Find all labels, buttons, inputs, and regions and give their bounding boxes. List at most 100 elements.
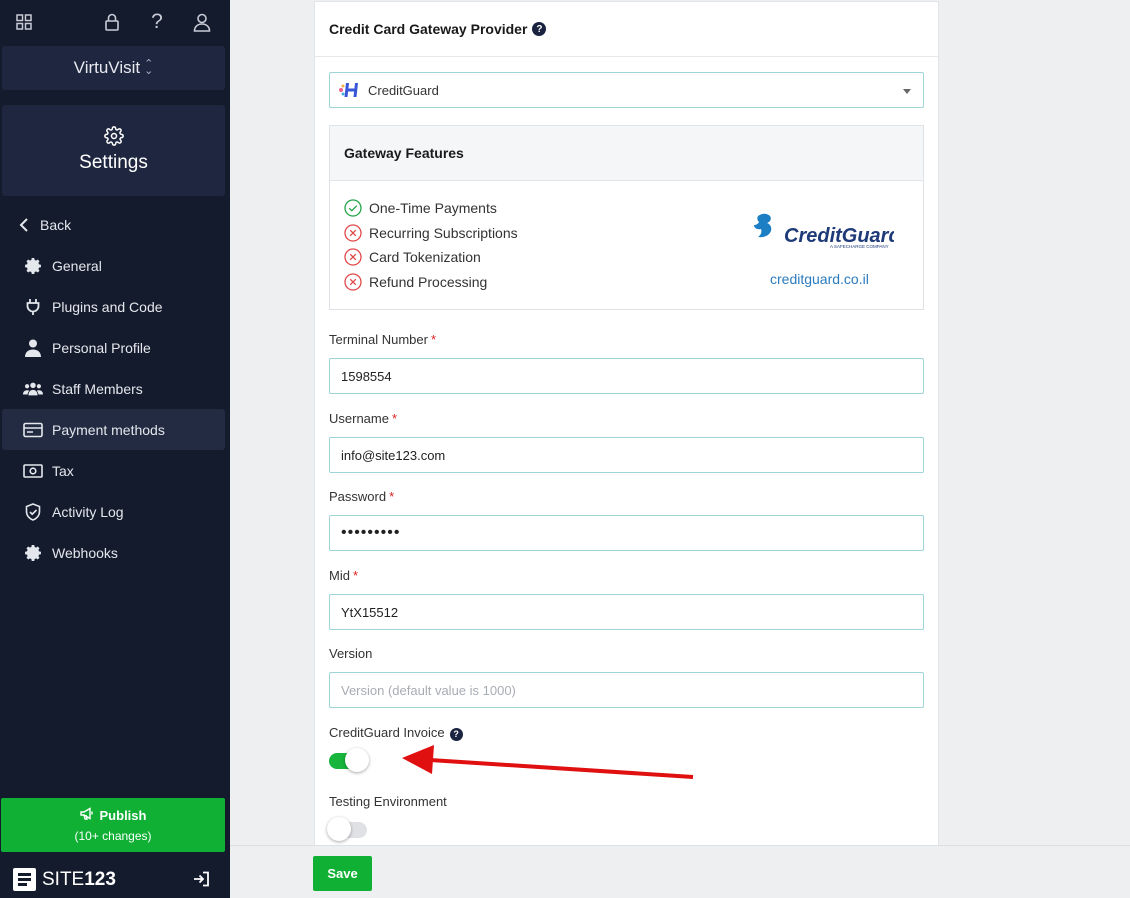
gateway-features-box: Gateway Features One-Time Payments Recur… — [329, 125, 924, 310]
apps-grid-icon[interactable] — [12, 10, 36, 34]
sidebar-top-icons: ? — [0, 10, 230, 36]
brand-logo: SITE 123 — [13, 868, 116, 891]
toggle-knob — [345, 748, 369, 772]
password-label: Password * — [329, 489, 394, 504]
creditguard-logo: CreditGuard A SAFECHARGE COMPANY — [754, 212, 901, 252]
provider-select-value: CreditGuard — [368, 82, 439, 98]
feature-item: Recurring Subscriptions — [344, 221, 518, 246]
publish-changes-count: (10+ changes) — [74, 829, 152, 843]
creditguard-logo-subtext: A SAFECHARGE COMPANY — [830, 244, 889, 249]
sidebar-item-activity-log[interactable]: Activity Log — [0, 491, 230, 532]
feature-item: Refund Processing — [344, 270, 518, 295]
version-input[interactable]: Version (default value is 1000) — [329, 672, 924, 708]
sidebar-item-plugins[interactable]: Plugins and Code — [0, 286, 230, 327]
settings-header: Settings — [2, 105, 225, 196]
save-button[interactable]: Save — [313, 856, 372, 891]
field-label-text: Password — [329, 489, 387, 504]
back-link[interactable]: Back — [0, 204, 230, 245]
sidebar-item-staff-members[interactable]: Staff Members — [0, 368, 230, 409]
feature-item: One-Time Payments — [344, 196, 518, 221]
users-icon — [23, 379, 43, 399]
username-input[interactable]: info@site123.com — [329, 437, 924, 473]
chevron-updown-icon: ⌃ ⌄ — [144, 58, 154, 77]
site123-logo-icon — [13, 868, 36, 891]
megaphone-icon — [79, 807, 94, 823]
main-content: Credit Card Gateway Provider ? CreditGua… — [230, 0, 1130, 845]
section-title: Credit Card Gateway Provider — [329, 21, 528, 37]
money-icon — [23, 461, 43, 481]
sidebar-item-label: Plugins and Code — [52, 298, 163, 315]
feature-label: Refund Processing — [369, 273, 488, 290]
field-label-text: Mid — [329, 568, 350, 583]
user-icon — [23, 338, 43, 358]
username-label: Username * — [329, 411, 397, 426]
feature-label: Recurring Subscriptions — [369, 224, 518, 241]
gear-icon — [2, 126, 225, 146]
settings-title: Settings — [79, 152, 148, 173]
feature-item: Card Tokenization — [344, 245, 518, 270]
provider-select[interactable]: CreditGuard — [329, 72, 924, 108]
sidebar-item-label: Activity Log — [52, 503, 124, 520]
sidebar-nav: Back General Plugins and Code Personal P… — [0, 204, 230, 573]
panel-header: Credit Card Gateway Provider ? — [315, 2, 938, 57]
brand-text-site: SITE — [42, 868, 85, 890]
required-mark: * — [391, 411, 398, 426]
user-icon[interactable] — [190, 10, 214, 34]
required-mark: * — [389, 489, 395, 504]
version-label: Version — [329, 646, 373, 661]
x-circle-icon — [344, 248, 362, 266]
sidebar-item-label: Personal Profile — [52, 339, 151, 356]
creditguard-invoice-toggle[interactable] — [329, 748, 369, 772]
required-mark: * — [430, 332, 437, 347]
creditguard-invoice-label: CreditGuard Invoice? — [329, 725, 463, 741]
mid-label: Mid * — [329, 568, 358, 583]
check-circle-icon — [344, 199, 362, 217]
site-name: VirtuVisit — [73, 58, 141, 77]
back-label: Back — [40, 216, 72, 233]
testing-environment-toggle[interactable] — [327, 817, 367, 841]
credit-card-icon — [23, 420, 43, 440]
caret-down-icon — [903, 89, 911, 94]
publish-label-row: Publish — [1, 807, 225, 823]
publish-label: Publish — [99, 807, 147, 823]
logout-icon[interactable] — [193, 871, 210, 892]
bottom-action-bar: Save — [230, 845, 1130, 898]
terminal-number-input[interactable]: 1598554 — [329, 358, 924, 394]
features-list: One-Time Payments Recurring Subscription… — [344, 196, 518, 294]
required-mark: * — [352, 568, 359, 583]
shield-check-icon — [23, 502, 43, 522]
chevron-left-icon — [14, 215, 34, 235]
gear-icon — [23, 256, 43, 276]
mid-input[interactable]: YtX15512 — [329, 594, 924, 630]
site-selector[interactable]: VirtuVisit ⌃ ⌄ — [2, 46, 225, 90]
terminal-number-label: Terminal Number * — [329, 332, 436, 347]
field-label-text: CreditGuard Invoice — [329, 725, 445, 740]
feature-label: Card Tokenization — [369, 249, 481, 266]
sidebar-item-personal-profile[interactable]: Personal Profile — [0, 327, 230, 368]
sidebar: ? VirtuVisit ⌃ ⌄ Settings Back General P… — [0, 0, 230, 898]
publish-button[interactable]: Publish (10+ changes) — [1, 798, 225, 852]
password-input[interactable]: ••••••••• — [329, 515, 924, 551]
sidebar-item-label: General — [52, 257, 102, 274]
sidebar-item-label: Payment methods — [52, 421, 165, 438]
toggle-knob — [327, 817, 351, 841]
sidebar-item-label: Staff Members — [52, 380, 143, 397]
sidebar-item-webhooks[interactable]: Webhooks — [0, 532, 230, 573]
creditguard-small-logo-icon — [338, 81, 362, 99]
sidebar-item-general[interactable]: General — [0, 245, 230, 286]
creditguard-website-link[interactable]: creditguard.co.il — [770, 271, 869, 287]
x-circle-icon — [344, 273, 362, 291]
gear-icon — [23, 543, 43, 563]
help-icon[interactable]: ? — [145, 10, 169, 34]
feature-label: One-Time Payments — [369, 200, 497, 217]
help-icon[interactable]: ? — [449, 727, 463, 741]
payment-gateway-panel: Credit Card Gateway Provider ? CreditGua… — [314, 1, 939, 845]
sidebar-item-tax[interactable]: Tax — [0, 450, 230, 491]
sidebar-item-payment-methods[interactable]: Payment methods — [2, 409, 225, 450]
sidebar-item-label: Tax — [52, 462, 74, 479]
brand-text-123: 123 — [84, 868, 116, 890]
field-label-text: Username — [329, 411, 389, 426]
help-icon[interactable]: ? — [532, 22, 547, 36]
lock-icon[interactable] — [100, 10, 124, 34]
testing-environment-label: Testing Environment — [329, 794, 447, 809]
